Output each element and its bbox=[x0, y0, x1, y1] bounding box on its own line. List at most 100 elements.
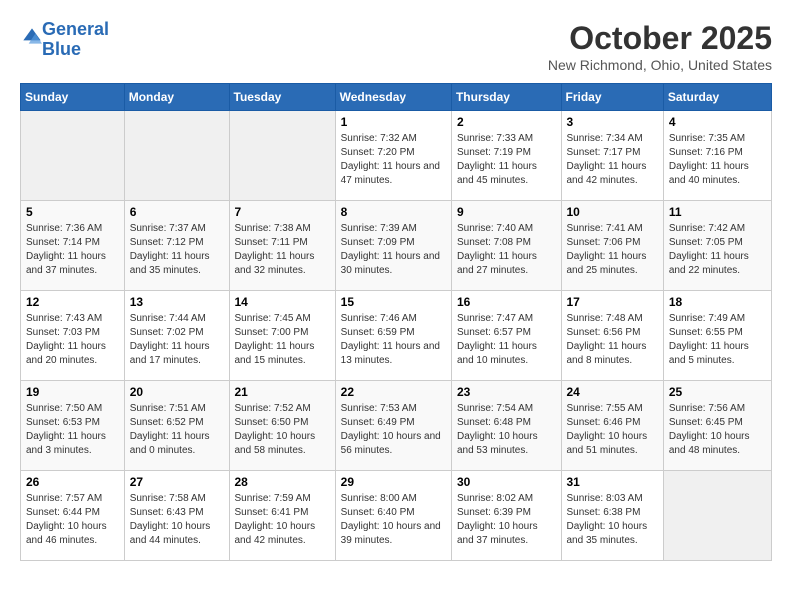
day-number: 28 bbox=[235, 475, 330, 489]
calendar-week-row: 1 Sunrise: 7:32 AM Sunset: 7:20 PM Daylig… bbox=[21, 111, 772, 201]
day-number: 15 bbox=[341, 295, 446, 309]
calendar-cell: 4 Sunrise: 7:35 AM Sunset: 7:16 PM Daylig… bbox=[663, 111, 771, 201]
calendar-table: SundayMondayTuesdayWednesdayThursdayFrid… bbox=[20, 83, 772, 561]
calendar-cell: 31Sunrise: 8:03 AM Sunset: 6:38 PM Dayli… bbox=[561, 471, 663, 561]
day-number: 17 bbox=[567, 295, 658, 309]
calendar-week-row: 5 Sunrise: 7:36 AM Sunset: 7:14 PM Daylig… bbox=[21, 201, 772, 291]
day-info: Sunrise: 7:57 AM Sunset: 6:44 PM Dayligh… bbox=[26, 492, 119, 548]
day-of-week-header: Saturday bbox=[663, 84, 771, 111]
day-number: 11 bbox=[669, 205, 766, 219]
day-number: 20 bbox=[130, 385, 224, 399]
day-info: Sunrise: 8:00 AM Sunset: 6:40 PM Dayligh… bbox=[341, 492, 446, 548]
day-of-week-header: Friday bbox=[561, 84, 663, 111]
day-info: Sunrise: 7:38 AM Sunset: 7:11 PM Dayligh… bbox=[235, 222, 330, 278]
day-of-week-header: Thursday bbox=[451, 84, 561, 111]
day-info: Sunrise: 7:47 AM Sunset: 6:57 PM Dayligh… bbox=[457, 312, 556, 368]
day-number: 29 bbox=[341, 475, 446, 489]
day-info: Sunrise: 7:48 AM Sunset: 6:56 PM Dayligh… bbox=[567, 312, 658, 368]
day-info: Sunrise: 7:32 AM Sunset: 7:20 PM Dayligh… bbox=[341, 132, 446, 188]
calendar-cell: 15 Sunrise: 7:46 AM Sunset: 6:59 PM Dayli… bbox=[335, 291, 451, 381]
day-info: Sunrise: 7:52 AM Sunset: 6:50 PM Dayligh… bbox=[235, 402, 330, 458]
day-info: Sunrise: 7:51 AM Sunset: 6:52 PM Dayligh… bbox=[130, 402, 224, 458]
calendar-cell: 24Sunrise: 7:55 AM Sunset: 6:46 PM Dayli… bbox=[561, 381, 663, 471]
day-number: 25 bbox=[669, 385, 766, 399]
calendar-cell: 7Sunrise: 7:38 AM Sunset: 7:11 PM Daylig… bbox=[229, 201, 335, 291]
calendar-cell: 23 Sunrise: 7:54 AM Sunset: 6:48 PM Dayli… bbox=[451, 381, 561, 471]
logo-blue: Blue bbox=[42, 39, 81, 59]
calendar-cell bbox=[229, 111, 335, 201]
day-number: 18 bbox=[669, 295, 766, 309]
day-info: Sunrise: 7:49 AM Sunset: 6:55 PM Dayligh… bbox=[669, 312, 766, 368]
logo: General Blue bbox=[20, 20, 109, 60]
calendar-body: 1 Sunrise: 7:32 AM Sunset: 7:20 PM Daylig… bbox=[21, 111, 772, 561]
calendar-cell: 5 Sunrise: 7:36 AM Sunset: 7:14 PM Daylig… bbox=[21, 201, 125, 291]
logo-general: General bbox=[42, 19, 109, 39]
calendar-cell: 6 Sunrise: 7:37 AM Sunset: 7:12 PM Daylig… bbox=[124, 201, 229, 291]
day-number: 21 bbox=[235, 385, 330, 399]
day-info: Sunrise: 8:03 AM Sunset: 6:38 PM Dayligh… bbox=[567, 492, 658, 548]
day-number: 4 bbox=[669, 115, 766, 129]
day-info: Sunrise: 7:35 AM Sunset: 7:16 PM Dayligh… bbox=[669, 132, 766, 188]
calendar-week-row: 12 Sunrise: 7:43 AM Sunset: 7:03 PM Dayli… bbox=[21, 291, 772, 381]
calendar-cell: 17 Sunrise: 7:48 AM Sunset: 6:56 PM Dayli… bbox=[561, 291, 663, 381]
calendar-cell: 30 Sunrise: 8:02 AM Sunset: 6:39 PM Dayli… bbox=[451, 471, 561, 561]
calendar-cell: 29 Sunrise: 8:00 AM Sunset: 6:40 PM Dayli… bbox=[335, 471, 451, 561]
title-block: October 2025 New Richmond, Ohio, United … bbox=[548, 20, 772, 73]
calendar-week-row: 19Sunrise: 7:50 AM Sunset: 6:53 PM Dayli… bbox=[21, 381, 772, 471]
day-of-week-header: Monday bbox=[124, 84, 229, 111]
calendar-cell: 2Sunrise: 7:33 AM Sunset: 7:19 PM Daylig… bbox=[451, 111, 561, 201]
calendar-cell: 12 Sunrise: 7:43 AM Sunset: 7:03 PM Dayli… bbox=[21, 291, 125, 381]
day-number: 16 bbox=[457, 295, 556, 309]
day-info: Sunrise: 7:42 AM Sunset: 7:05 PM Dayligh… bbox=[669, 222, 766, 278]
month-title: October 2025 bbox=[548, 20, 772, 57]
day-number: 22 bbox=[341, 385, 446, 399]
day-number: 1 bbox=[341, 115, 446, 129]
day-number: 26 bbox=[26, 475, 119, 489]
day-number: 8 bbox=[341, 205, 446, 219]
day-of-week-header: Wednesday bbox=[335, 84, 451, 111]
calendar-cell: 14 Sunrise: 7:45 AM Sunset: 7:00 PM Dayli… bbox=[229, 291, 335, 381]
calendar-cell bbox=[663, 471, 771, 561]
day-number: 6 bbox=[130, 205, 224, 219]
days-of-week-row: SundayMondayTuesdayWednesdayThursdayFrid… bbox=[21, 84, 772, 111]
day-info: Sunrise: 8:02 AM Sunset: 6:39 PM Dayligh… bbox=[457, 492, 556, 548]
day-info: Sunrise: 7:45 AM Sunset: 7:00 PM Dayligh… bbox=[235, 312, 330, 368]
day-info: Sunrise: 7:53 AM Sunset: 6:49 PM Dayligh… bbox=[341, 402, 446, 458]
day-info: Sunrise: 7:58 AM Sunset: 6:43 PM Dayligh… bbox=[130, 492, 224, 548]
day-info: Sunrise: 7:36 AM Sunset: 7:14 PM Dayligh… bbox=[26, 222, 119, 278]
calendar-cell: 27 Sunrise: 7:58 AM Sunset: 6:43 PM Dayli… bbox=[124, 471, 229, 561]
day-number: 23 bbox=[457, 385, 556, 399]
day-number: 3 bbox=[567, 115, 658, 129]
day-of-week-header: Tuesday bbox=[229, 84, 335, 111]
day-info: Sunrise: 7:56 AM Sunset: 6:45 PM Dayligh… bbox=[669, 402, 766, 458]
calendar-cell: 25 Sunrise: 7:56 AM Sunset: 6:45 PM Dayli… bbox=[663, 381, 771, 471]
calendar-cell bbox=[124, 111, 229, 201]
day-info: Sunrise: 7:34 AM Sunset: 7:17 PM Dayligh… bbox=[567, 132, 658, 188]
day-info: Sunrise: 7:44 AM Sunset: 7:02 PM Dayligh… bbox=[130, 312, 224, 368]
logo-text: General Blue bbox=[42, 20, 109, 60]
calendar-cell: 10Sunrise: 7:41 AM Sunset: 7:06 PM Dayli… bbox=[561, 201, 663, 291]
day-number: 12 bbox=[26, 295, 119, 309]
page-header: General Blue October 2025 New Richmond, … bbox=[20, 20, 772, 73]
day-number: 27 bbox=[130, 475, 224, 489]
day-number: 10 bbox=[567, 205, 658, 219]
day-number: 5 bbox=[26, 205, 119, 219]
calendar-cell: 13 Sunrise: 7:44 AM Sunset: 7:02 PM Dayli… bbox=[124, 291, 229, 381]
day-info: Sunrise: 7:54 AM Sunset: 6:48 PM Dayligh… bbox=[457, 402, 556, 458]
calendar-cell: 22 Sunrise: 7:53 AM Sunset: 6:49 PM Dayli… bbox=[335, 381, 451, 471]
day-number: 24 bbox=[567, 385, 658, 399]
day-info: Sunrise: 7:43 AM Sunset: 7:03 PM Dayligh… bbox=[26, 312, 119, 368]
day-number: 14 bbox=[235, 295, 330, 309]
day-info: Sunrise: 7:37 AM Sunset: 7:12 PM Dayligh… bbox=[130, 222, 224, 278]
calendar-week-row: 26 Sunrise: 7:57 AM Sunset: 6:44 PM Dayli… bbox=[21, 471, 772, 561]
day-number: 13 bbox=[130, 295, 224, 309]
day-info: Sunrise: 7:39 AM Sunset: 7:09 PM Dayligh… bbox=[341, 222, 446, 278]
calendar-cell: 20 Sunrise: 7:51 AM Sunset: 6:52 PM Dayli… bbox=[124, 381, 229, 471]
day-number: 30 bbox=[457, 475, 556, 489]
location-text: New Richmond, Ohio, United States bbox=[548, 57, 772, 73]
day-info: Sunrise: 7:46 AM Sunset: 6:59 PM Dayligh… bbox=[341, 312, 446, 368]
day-info: Sunrise: 7:40 AM Sunset: 7:08 PM Dayligh… bbox=[457, 222, 556, 278]
day-number: 2 bbox=[457, 115, 556, 129]
calendar-cell: 26 Sunrise: 7:57 AM Sunset: 6:44 PM Dayli… bbox=[21, 471, 125, 561]
calendar-cell: 1 Sunrise: 7:32 AM Sunset: 7:20 PM Daylig… bbox=[335, 111, 451, 201]
